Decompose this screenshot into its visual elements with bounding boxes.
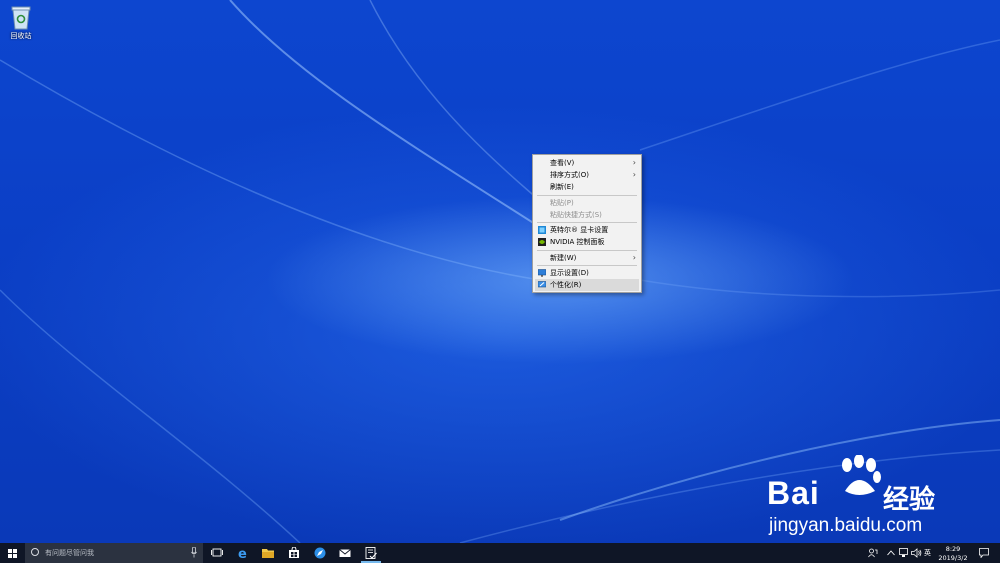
store-icon <box>289 547 299 558</box>
menu-item-refresh[interactable]: 刷新(E) <box>535 181 639 193</box>
menu-item-label: 新建(W) <box>550 254 577 262</box>
menu-item-new[interactable]: 新建(W) › <box>535 252 639 264</box>
paw-logo-icon <box>842 455 881 495</box>
network-icon <box>899 548 908 557</box>
edge-icon: e <box>238 547 247 559</box>
desktop-context-menu: 查看(V) › 排序方式(O) › 刷新(E) 粘贴(P) 粘贴快捷方式(S) … <box>532 154 642 293</box>
search-box[interactable]: 有问题尽管问我 <box>25 543 203 563</box>
menu-separator <box>537 265 637 266</box>
personalize-icon <box>537 281 547 289</box>
start-button[interactable] <box>0 543 24 563</box>
menu-item-label: 粘贴快捷方式(S) <box>550 211 602 219</box>
mail-icon <box>339 549 351 557</box>
action-center-button[interactable] <box>975 543 993 563</box>
task-view-icon <box>211 548 223 557</box>
recycle-bin-icon <box>10 4 32 30</box>
submenu-arrow-icon: › <box>632 158 636 167</box>
taskbar-app-file-explorer[interactable] <box>256 543 280 563</box>
taskbar-app-active[interactable] <box>359 543 383 563</box>
speaker-icon <box>911 548 922 558</box>
menu-item-paste-shortcut: 粘贴快捷方式(S) <box>535 209 639 221</box>
menu-separator <box>537 250 637 251</box>
clock-time: 8:29 <box>945 545 961 553</box>
desktop[interactable]: 回收站 查看(V) › 排序方式(O) › 刷新(E) 粘贴(P) 粘贴快捷方式… <box>0 0 1000 543</box>
menu-item-personalize[interactable]: 个性化(R) <box>535 279 639 291</box>
svg-text:e: e <box>238 547 247 559</box>
volume-button[interactable] <box>910 543 922 563</box>
submenu-arrow-icon: › <box>632 253 636 262</box>
menu-item-nvidia-control-panel[interactable]: NVIDIA 控制面板 <box>535 236 639 248</box>
menu-item-label: 刷新(E) <box>550 183 574 191</box>
clock[interactable]: 8:29 2019/3/2 <box>936 545 970 562</box>
watermark-url: jingyan.baidu.com <box>769 515 923 536</box>
menu-item-label: NVIDIA 控制面板 <box>550 238 605 246</box>
intel-graphics-icon <box>538 226 546 234</box>
menu-item-paste: 粘贴(P) <box>535 197 639 209</box>
windows-logo-icon <box>8 549 17 558</box>
menu-item-intel-graphics[interactable]: 英特尔® 显卡设置 <box>535 224 639 236</box>
menu-separator <box>537 195 637 196</box>
watermark-cn: 经验 <box>883 485 936 515</box>
clock-date: 2019/3/2 <box>938 554 968 562</box>
menu-item-label: 英特尔® 显卡设置 <box>550 226 609 234</box>
taskbar-app-mail[interactable] <box>333 543 357 563</box>
input-method-indicator[interactable]: 英 <box>924 543 934 563</box>
cortana-icon <box>31 548 39 556</box>
notification-icon <box>979 548 989 558</box>
taskbar-app-browser[interactable] <box>308 543 332 563</box>
checklist-app-icon <box>365 547 377 559</box>
microphone-icon <box>191 547 197 558</box>
menu-separator <box>537 222 637 223</box>
task-view-button[interactable] <box>205 543 229 563</box>
menu-item-label: 个性化(R) <box>550 281 582 289</box>
folder-icon <box>262 549 274 558</box>
people-icon <box>868 548 878 558</box>
menu-item-sort-by[interactable]: 排序方式(O) › <box>535 169 639 181</box>
watermark-brand: Bai <box>767 475 820 511</box>
recycle-bin-label: 回收站 <box>10 32 32 40</box>
menu-item-display-settings[interactable]: 显示设置(D) <box>535 267 639 279</box>
taskbar-app-store[interactable] <box>282 543 306 563</box>
recycle-bin-shortcut[interactable]: 回收站 <box>4 4 38 41</box>
taskbar-app-edge[interactable]: e <box>231 543 255 563</box>
show-hidden-icons-button[interactable] <box>885 543 897 563</box>
menu-item-label: 粘贴(P) <box>550 199 574 207</box>
menu-item-label: 排序方式(O) <box>550 171 589 179</box>
chevron-up-icon <box>887 550 895 556</box>
menu-item-view[interactable]: 查看(V) › <box>535 157 639 169</box>
display-settings-icon <box>537 269 547 277</box>
baidu-jingyan-watermark: Bai 经验 jingyan.baidu.com <box>765 455 975 540</box>
nvidia-icon <box>538 238 546 246</box>
network-button[interactable] <box>898 543 910 563</box>
menu-item-label: 查看(V) <box>550 159 575 167</box>
submenu-arrow-icon: › <box>632 170 636 179</box>
tray-people-button[interactable] <box>866 543 880 563</box>
search-placeholder: 有问题尽管问我 <box>45 549 94 557</box>
taskbar: 有问题尽管问我 e 英 8:29 2019/3/2 <box>0 543 1000 563</box>
compass-browser-icon <box>314 547 326 559</box>
menu-item-label: 显示设置(D) <box>550 269 589 277</box>
